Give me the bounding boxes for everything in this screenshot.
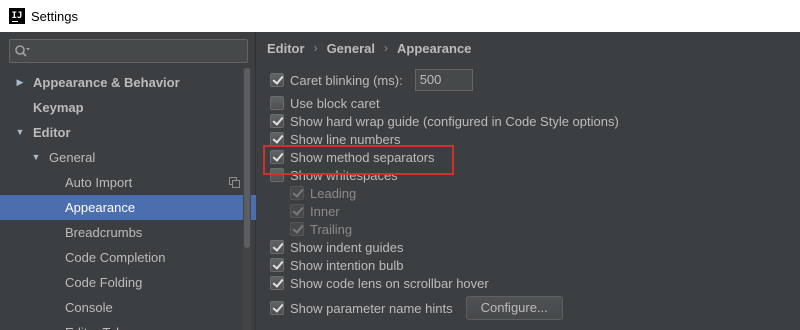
option-line-numbers[interactable]: Show line numbers [270,130,401,148]
expand-down-icon[interactable]: ▼ [15,120,25,145]
copy-icon [229,177,240,188]
chevron-right-icon: › [313,41,318,55]
sidebar-scrollbar[interactable] [243,68,251,330]
tree-item-keymap[interactable]: Keymap [0,95,256,120]
option-block-caret[interactable]: Use block caret [270,94,380,112]
tree-item-editor-tabs[interactable]: Editor Tabs [0,320,256,330]
option-whitespace-leading: Leading [290,184,356,202]
expand-right-icon[interactable]: ▶ [15,70,25,95]
tree-item-appearance[interactable]: Appearance [0,195,256,220]
settings-tree: ▶ Appearance & Behavior Keymap ▼ Editor … [0,70,256,330]
checkbox[interactable] [270,132,284,146]
breadcrumb-item[interactable]: General [327,41,375,56]
option-indent-guides[interactable]: Show indent guides [270,238,403,256]
checkbox[interactable] [270,150,284,164]
caret-blink-rate-input[interactable]: 500 [414,69,473,91]
checkbox [290,204,304,218]
option-hard-wrap-guide[interactable]: Show hard wrap guide (configured in Code… [270,112,619,130]
breadcrumb-item: Appearance [396,40,472,56]
breadcrumb: Editor › General › Appearance [267,39,471,57]
option-parameter-hints[interactable]: Show parameter name hints Configure... [270,296,563,320]
configure-button[interactable]: Configure... [465,296,563,320]
settings-sidebar: ▶ Appearance & Behavior Keymap ▼ Editor … [0,32,256,330]
option-code-lens[interactable]: Show code lens on scrollbar hover [270,274,489,292]
tree-item-console[interactable]: Console [0,295,256,320]
checkbox [290,186,304,200]
checkbox[interactable] [270,301,284,315]
tree-item-appearance-behavior[interactable]: ▶ Appearance & Behavior [0,70,256,95]
checkbox [290,222,304,236]
tree-item-breadcrumbs[interactable]: Breadcrumbs [0,220,256,245]
checkbox[interactable] [270,73,284,87]
tree-item-general[interactable]: ▼ General [0,145,256,170]
option-whitespace-inner: Inner [290,202,340,220]
checkbox[interactable] [270,114,284,128]
intellij-idea-icon: IJ [9,8,25,24]
search-input[interactable] [9,39,248,63]
chevron-right-icon: › [383,41,388,55]
checkbox[interactable] [270,168,284,182]
tree-item-code-folding[interactable]: Code Folding [0,270,256,295]
option-method-separators[interactable]: Show method separators [270,148,435,166]
scrollbar-thumb[interactable] [244,68,250,248]
tree-item-code-completion[interactable]: Code Completion [0,245,256,270]
settings-content: Editor › General › Appearance Caret blin… [257,32,800,330]
checkbox[interactable] [270,276,284,290]
tree-item-editor[interactable]: ▼ Editor [0,120,256,145]
option-caret-blinking[interactable]: Caret blinking (ms): 500 [270,69,473,91]
checkbox[interactable] [270,240,284,254]
tree-item-auto-import[interactable]: Auto Import [0,170,256,195]
search-icon[interactable] [14,44,30,58]
title-bar: IJ Settings [0,0,800,32]
option-intention-bulb[interactable]: Show intention bulb [270,256,403,274]
window-title: Settings [31,8,78,24]
option-whitespace-trailing: Trailing [290,220,352,238]
option-whitespaces[interactable]: Show whitespaces [270,166,398,184]
expand-down-icon[interactable]: ▼ [31,145,41,170]
checkbox[interactable] [270,258,284,272]
breadcrumb-item[interactable]: Editor [267,41,305,56]
checkbox[interactable] [270,96,284,110]
